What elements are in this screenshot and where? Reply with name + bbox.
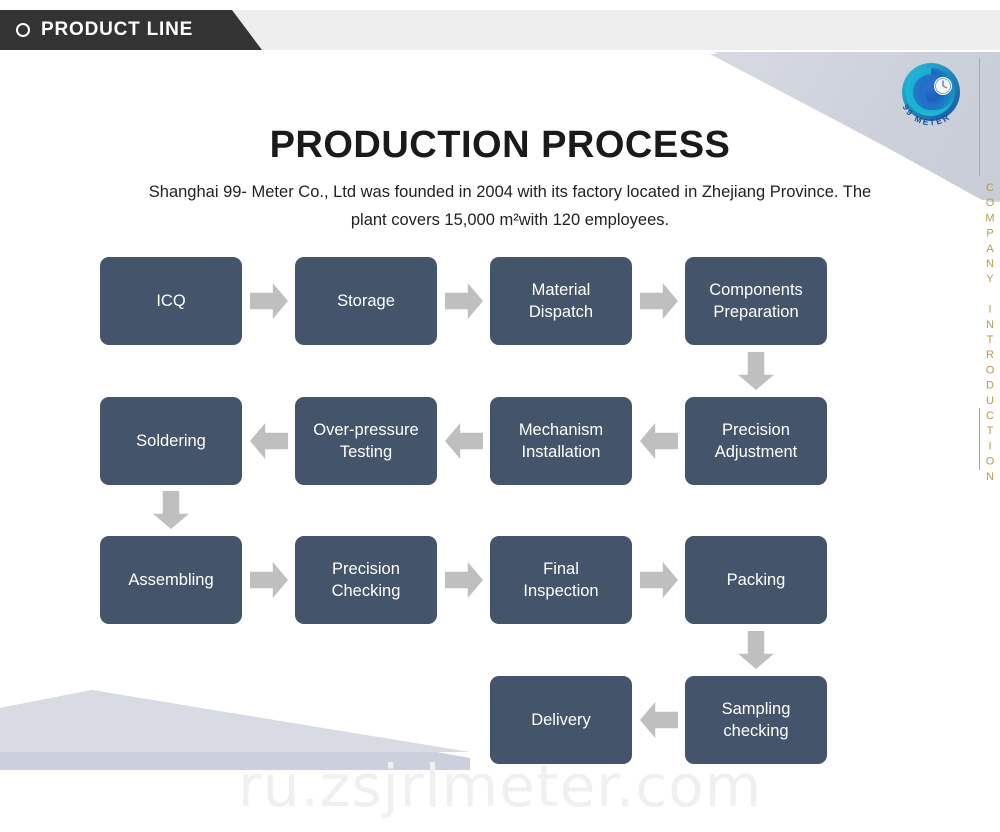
flow-arrow-icq-storage — [250, 283, 288, 319]
flow-node-soldering[interactable]: Soldering — [100, 397, 242, 485]
flow-arrow-sampling-delivery — [640, 702, 678, 738]
flow-node-sampling[interactable]: Sampling checking — [685, 676, 827, 764]
flow-arrow-finalinsp-packing — [640, 562, 678, 598]
flow-node-finalinsp[interactable]: Final Inspection — [490, 536, 632, 624]
flow-node-icq[interactable]: ICQ — [100, 257, 242, 345]
flow-node-precisionadj[interactable]: Precision Adjustment — [685, 397, 827, 485]
flow-node-packing[interactable]: Packing — [685, 536, 827, 624]
flow-node-assembling[interactable]: Assembling — [100, 536, 242, 624]
flow-arrow-soldering-assembling — [153, 491, 189, 529]
flow-arrow-packing-sampling — [738, 631, 774, 669]
flow-arrow-overpressure-soldering — [250, 423, 288, 459]
flow-arrow-mechanism-overpressure — [445, 423, 483, 459]
flow-node-delivery[interactable]: Delivery — [490, 676, 632, 764]
flow-node-components[interactable]: Components Preparation — [685, 257, 827, 345]
flow-arrow-assembling-precisionchk — [250, 562, 288, 598]
flow-arrow-material-components — [640, 283, 678, 319]
flow-node-mechanism[interactable]: Mechanism Installation — [490, 397, 632, 485]
flow-node-material[interactable]: Material Dispatch — [490, 257, 632, 345]
flow-arrow-precisionchk-finalinsp — [445, 562, 483, 598]
flow-node-storage[interactable]: Storage — [295, 257, 437, 345]
flow-node-precisionchk[interactable]: Precision Checking — [295, 536, 437, 624]
flow-arrow-storage-material — [445, 283, 483, 319]
flow-node-overpressure[interactable]: Over-pressure Testing — [295, 397, 437, 485]
flow-arrow-precisionadj-mechanism — [640, 423, 678, 459]
flow-arrow-components-precisionadj — [738, 352, 774, 390]
